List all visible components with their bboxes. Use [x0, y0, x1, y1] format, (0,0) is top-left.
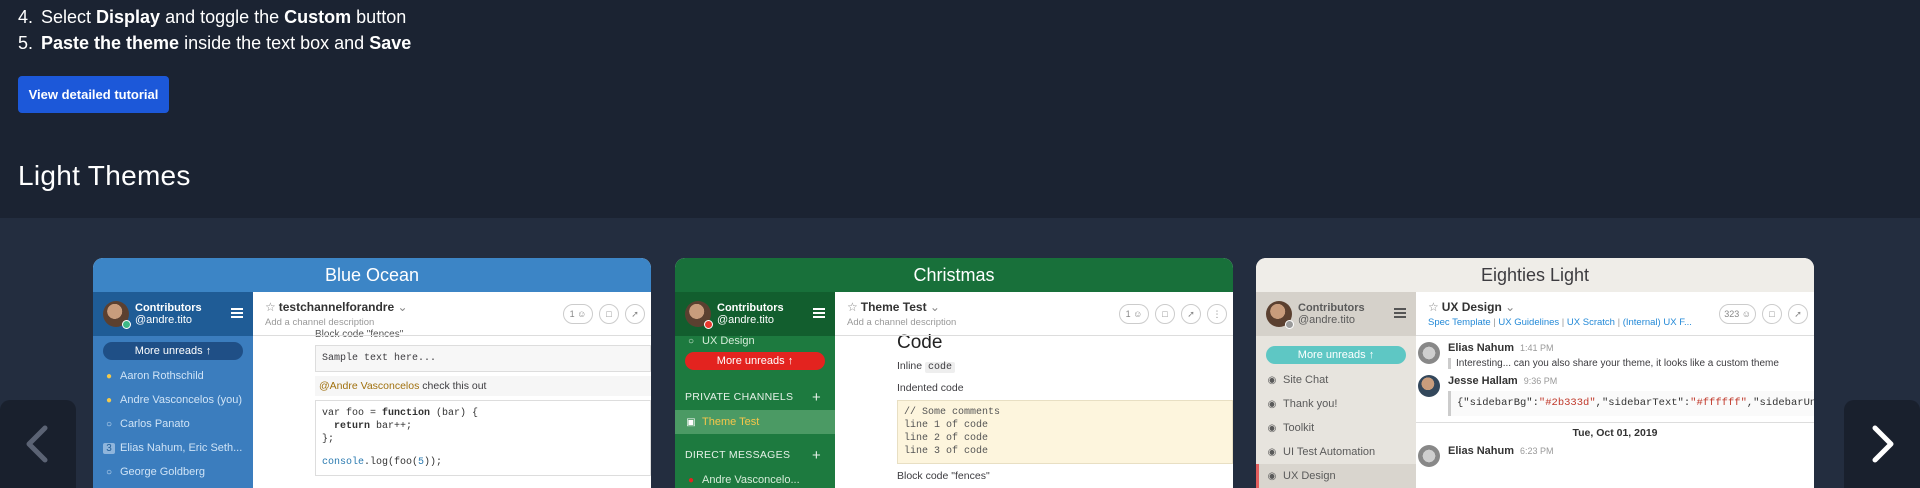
sidebar-item: ◉ Thank you! [1267, 398, 1338, 410]
plus-icon: + [811, 388, 821, 406]
sidebar-header: Contributors @andre.tito [1256, 292, 1416, 336]
globe-icon: ◉ [1267, 446, 1277, 458]
globe-icon: ○ [687, 335, 695, 347]
channel-header: ☆ UX Design ⌄ Spec Template | UX Guidelin… [1416, 292, 1814, 336]
globe-icon: ◉ [1267, 374, 1277, 386]
video-icon: □ [1155, 304, 1175, 324]
chevron-down-icon: ⌄ [929, 300, 940, 314]
preview-sidebar: Contributors @andre.tito More unreads ↑ ◉… [1256, 292, 1416, 488]
pin-icon: ➚ [1788, 304, 1808, 324]
section-title: Light Themes [18, 160, 191, 191]
theme-card-christmas[interactable]: Christmas Contributors @andre.tito ○ UX De… [675, 258, 1233, 488]
sidebar-item: ● Andre Vasconcelos (you) [93, 388, 253, 412]
step-4: 4. Select Display and toggle the Custom b… [18, 7, 407, 27]
chevron-down-icon: ⌄ [1505, 300, 1516, 314]
theme-preview: Contributors @andre.tito More unreads ↑ ●… [93, 292, 651, 488]
more-unreads-pill: More unreads ↑ [103, 342, 243, 360]
channel-header: ☆ testchannelforandre ⌄ Add a channel des… [253, 292, 651, 336]
globe-icon: ◉ [1267, 470, 1277, 482]
more-icon: ⋮ [1207, 304, 1227, 324]
user-icon: ● [105, 370, 113, 382]
theme-card-eighties-light[interactable]: Eighties Light Contributors @andre.tito M… [1256, 258, 1814, 488]
pin-icon: ➚ [625, 304, 645, 324]
code-sample: var foo = function (bar) { return bar++;… [315, 400, 651, 476]
sidebar-item: ○ Carlos Panato [93, 412, 253, 436]
menu-icon [231, 308, 243, 318]
step-5: 5. Paste the theme inside the text box an… [18, 33, 412, 53]
lock-icon: ▣ [686, 416, 696, 428]
sidebar-item: 3 Elias Nahum, Eric Seth... [93, 436, 253, 460]
user-icon: ● [105, 394, 113, 406]
theme-preview: Contributors @andre.tito ○ UX Design More … [675, 292, 1233, 488]
carousel-next-button[interactable] [1844, 400, 1920, 488]
user-icon: ● [687, 474, 695, 486]
avatar [1418, 342, 1440, 364]
avatar [103, 301, 131, 329]
star-icon: ☆ [1428, 300, 1439, 314]
globe-icon: ◉ [1267, 422, 1277, 434]
menu-icon [813, 308, 825, 318]
preview-main: ☆ Theme Test ⌄ Add a channel description … [835, 292, 1233, 488]
code-sample: // Some comments line 1 of code line 2 o… [897, 400, 1233, 464]
pin-icon: ➚ [1181, 304, 1201, 324]
theme-card-blue-ocean[interactable]: Blue Ocean Contributors @andre.tito More … [93, 258, 651, 488]
sidebar-item: ◉ Site Chat [1267, 374, 1329, 386]
chevron-right-icon [1872, 425, 1894, 463]
preview-main: ☆ UX Design ⌄ Spec Template | UX Guidelin… [1416, 292, 1814, 488]
plus-icon: + [811, 446, 821, 464]
avatar [1266, 301, 1294, 329]
instruction-steps: 4. Select Display and toggle the Custom b… [18, 4, 411, 56]
more-unreads-pill: More unreads ↑ [1266, 346, 1406, 364]
star-icon: ☆ [847, 300, 858, 314]
sidebar-item: ◉ UI Test Automation [1267, 446, 1376, 458]
sidebar-item: ○ George Goldberg [93, 460, 253, 484]
user-icon: ○ [105, 418, 113, 430]
card-title: Eighties Light [1256, 258, 1814, 292]
member-count: 1 ☺ [563, 304, 593, 324]
member-count: 1 ☺ [1119, 304, 1149, 324]
sidebar-item: ◉ Toolkit [1267, 422, 1315, 434]
avatar [685, 301, 713, 329]
card-title: Christmas [675, 258, 1233, 292]
message: Jesse Hallam 9:36 PM {"sidebarBg":"#2b333… [1418, 375, 1814, 416]
menu-icon [1394, 308, 1406, 318]
sidebar-item: ● Aaron Rothschild [93, 364, 253, 388]
preview-sidebar: Contributors @andre.tito More unreads ↑ ●… [93, 292, 253, 488]
chevron-left-icon [26, 425, 48, 463]
sidebar-header: Contributors @andre.tito [93, 292, 253, 336]
preview-sidebar: Contributors @andre.tito ○ UX Design More … [675, 292, 835, 488]
sidebar-item-active: ▣ Theme Test [675, 410, 835, 434]
sidebar-item-active: ◉ UX Design [1256, 464, 1416, 488]
card-title: Blue Ocean [93, 258, 651, 292]
chevron-down-icon: ⌄ [397, 300, 408, 314]
avatar [1418, 375, 1440, 397]
date-separator: Tue, Oct 01, 2019 [1416, 422, 1814, 439]
theme-preview: Contributors @andre.tito More unreads ↑ ◉… [1256, 292, 1814, 488]
user-icon: ○ [105, 466, 113, 478]
video-icon: □ [599, 304, 619, 324]
star-icon: ☆ [265, 300, 276, 314]
sidebar-header: Contributors @andre.tito [675, 292, 835, 336]
view-tutorial-button[interactable]: View detailed tutorial [18, 76, 169, 113]
member-count: 323 ☺ [1719, 304, 1756, 324]
carousel-prev-button[interactable] [0, 400, 76, 488]
preview-main: ☆ testchannelforandre ⌄ Add a channel des… [253, 292, 651, 488]
avatar [1418, 445, 1440, 467]
more-unreads-pill: More unreads ↑ [685, 352, 825, 370]
message: Elias Nahum 6:23 PM [1418, 445, 1814, 467]
globe-icon: ◉ [1267, 398, 1277, 410]
channel-header: ☆ Theme Test ⌄ Add a channel description … [835, 292, 1233, 336]
message: Elias Nahum 1:41 PM Interesting... can yo… [1418, 342, 1814, 369]
video-icon: □ [1762, 304, 1782, 324]
sidebar-item: ● Andre Vasconcelo... [675, 468, 835, 488]
